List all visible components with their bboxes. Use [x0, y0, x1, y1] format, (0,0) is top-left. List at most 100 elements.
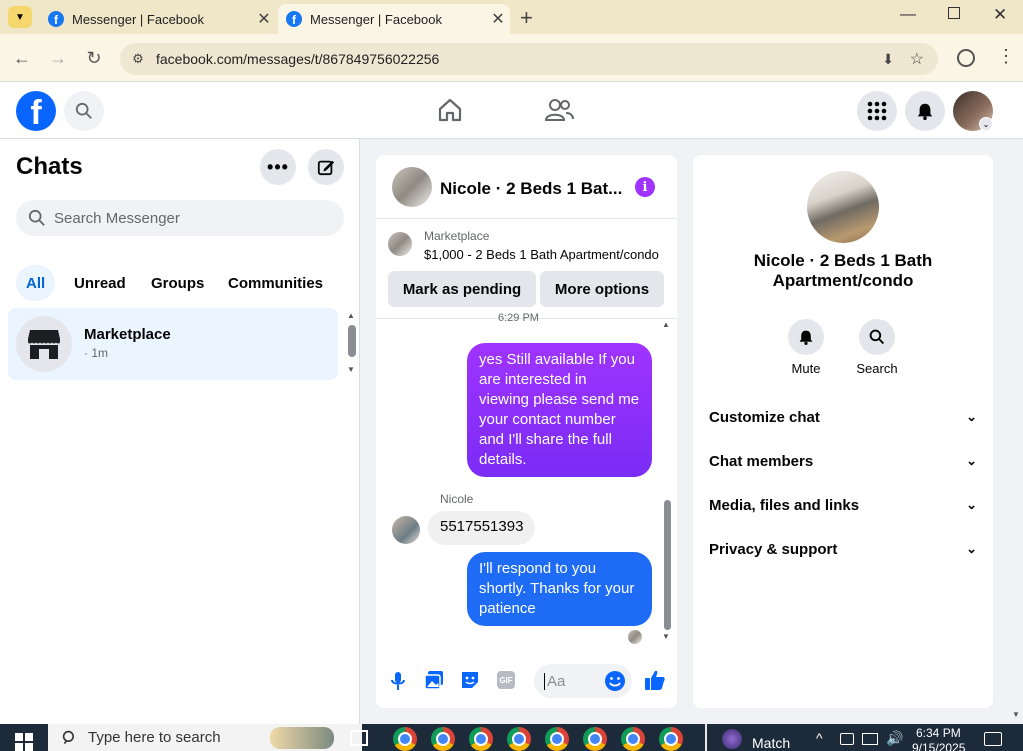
- close-tab-icon[interactable]: ✕: [252, 9, 276, 29]
- windows-start-icon[interactable]: [15, 733, 33, 751]
- volume-icon[interactable]: 🔊: [886, 730, 903, 747]
- filter-groups-tab[interactable]: Groups: [139, 265, 216, 301]
- message-timestamp: 6:29 PM: [498, 312, 539, 324]
- chrome-taskbar-icon[interactable]: [507, 727, 531, 751]
- mark-as-pending-button[interactable]: Mark as pending: [388, 271, 536, 307]
- chat-list-item[interactable]: Marketplace · 1m: [8, 308, 338, 380]
- chrome-taskbar-icon[interactable]: [393, 727, 417, 751]
- taskbar-search-box[interactable]: Type here to search: [48, 724, 362, 751]
- search-highlight-icon: [270, 727, 334, 749]
- clock-date[interactable]: 9/15/2025: [912, 741, 965, 751]
- section-label: Customize chat: [709, 408, 820, 426]
- chrome-taskbar-icon[interactable]: [621, 727, 645, 751]
- contact-avatar[interactable]: [392, 167, 432, 207]
- info-icon[interactable]: i: [635, 177, 655, 197]
- site-info-icon[interactable]: ⚙: [120, 51, 156, 67]
- close-tab-icon[interactable]: ✕: [486, 9, 510, 29]
- search-placeholder: Search Messenger: [54, 209, 180, 227]
- widget-label[interactable]: Match: [752, 735, 790, 751]
- browser-tab[interactable]: f Messenger | Facebook ✕: [40, 4, 276, 34]
- search-messenger-input[interactable]: Search Messenger: [16, 200, 344, 236]
- bookmark-star-icon[interactable]: ☆: [910, 49, 924, 69]
- restore-icon[interactable]: [948, 7, 960, 19]
- sidebar-scrollbar-thumb[interactable]: [348, 325, 356, 357]
- media-files-links-section[interactable]: Media, files and links ⌄: [709, 483, 977, 527]
- new-message-button[interactable]: [308, 149, 344, 185]
- message-input-placeholder: Aa: [544, 672, 565, 690]
- chrome-taskbar-icon[interactable]: [583, 727, 607, 751]
- home-nav-button[interactable]: [436, 96, 464, 129]
- gif-icon[interactable]: GIF: [497, 671, 515, 689]
- address-bar[interactable]: ⚙ facebook.com/messages/t/86784975602225…: [120, 43, 938, 75]
- listing-thumbnail[interactable]: [388, 232, 412, 256]
- filter-unread-tab[interactable]: Unread: [62, 265, 138, 301]
- chrome-taskbar-icon[interactable]: [545, 727, 569, 751]
- ethernet-icon[interactable]: [862, 733, 878, 745]
- menu-button[interactable]: [857, 91, 897, 131]
- scroll-down-arrow-icon[interactable]: ▼: [347, 365, 355, 374]
- microphone-icon[interactable]: [389, 671, 407, 691]
- facebook-favicon-icon: f: [48, 11, 64, 27]
- clock-time[interactable]: 6:34 PM: [916, 726, 961, 740]
- thumbs-up-icon[interactable]: [644, 669, 666, 691]
- search-icon: [869, 329, 885, 345]
- forward-arrow-icon[interactable]: →: [44, 44, 72, 72]
- chrome-taskbar-icon[interactable]: [431, 727, 455, 751]
- conversation-title[interactable]: Nicole · 2 Beds 1 Bat...: [440, 179, 630, 199]
- scroll-down-arrow-icon[interactable]: ▼: [662, 632, 670, 641]
- filter-communities-tab[interactable]: Communities: [216, 265, 335, 301]
- marketplace-listing-strip: Marketplace $1,000 - 2 Beds 1 Bath Apart…: [376, 219, 677, 319]
- facebook-logo-icon[interactable]: f: [16, 91, 56, 131]
- install-app-icon[interactable]: ⬇: [882, 51, 894, 68]
- sender-avatar[interactable]: [392, 516, 420, 544]
- listing-title[interactable]: $1,000 - 2 Beds 1 Bath Apartment/condo: [424, 247, 659, 262]
- facebook-search-button[interactable]: [64, 91, 104, 131]
- search-in-chat-button[interactable]: [859, 319, 895, 355]
- page-scroll-down-arrow-icon[interactable]: ▼: [1012, 710, 1020, 719]
- chat-members-section[interactable]: Chat members ⌄: [709, 439, 977, 483]
- scroll-up-arrow-icon[interactable]: ▲: [347, 311, 355, 320]
- sticker-icon[interactable]: [460, 670, 480, 690]
- friends-nav-button[interactable]: [544, 96, 574, 129]
- taskbar-search-placeholder: Type here to search: [88, 729, 221, 746]
- chrome-taskbar-icon[interactable]: [469, 727, 493, 751]
- storefront-icon: [28, 330, 60, 359]
- chrome-taskbar-icon[interactable]: [659, 727, 683, 751]
- taskbar-divider: [705, 724, 707, 751]
- browser-menu-icon[interactable]: ⋮: [997, 46, 1015, 67]
- mute-button[interactable]: [788, 319, 824, 355]
- photo-icon[interactable]: [424, 670, 444, 690]
- more-options-button[interactable]: More options: [540, 271, 664, 307]
- new-tab-icon[interactable]: +: [520, 5, 533, 31]
- task-view-icon[interactable]: [350, 730, 368, 746]
- filter-all-tab[interactable]: All: [16, 265, 56, 301]
- privacy-support-section[interactable]: Privacy & support ⌄: [709, 527, 977, 571]
- weather-widget-icon[interactable]: [722, 729, 742, 749]
- notification-center-icon[interactable]: [984, 732, 1002, 746]
- customize-chat-section[interactable]: Customize chat ⌄: [709, 395, 977, 439]
- sent-message-bubble[interactable]: yes Still available If you are intereste…: [467, 343, 652, 477]
- sent-message-bubble[interactable]: I'll respond to you shortly. Thanks for …: [467, 552, 652, 626]
- emoji-icon[interactable]: [604, 670, 626, 692]
- section-label: Chat members: [709, 452, 814, 470]
- network-icon[interactable]: [840, 733, 854, 745]
- received-message-bubble[interactable]: 5517551393: [428, 511, 536, 545]
- back-arrow-icon[interactable]: ←: [8, 44, 36, 72]
- message-composer: GIF Aa: [376, 657, 677, 708]
- facebook-favicon-icon: f: [286, 11, 302, 27]
- tray-chevron-up-icon[interactable]: ^: [816, 730, 823, 746]
- reload-icon[interactable]: ↻: [80, 44, 108, 72]
- close-window-icon[interactable]: ✕: [993, 5, 1007, 25]
- conversation-scrollbar-thumb[interactable]: [664, 500, 671, 630]
- scroll-up-arrow-icon[interactable]: ▲: [662, 320, 670, 329]
- section-label: Privacy & support: [709, 540, 838, 558]
- marketplace-avatar: [16, 316, 72, 372]
- listing-photo[interactable]: [807, 171, 879, 243]
- notifications-button[interactable]: [905, 91, 945, 131]
- tab-search-dropdown[interactable]: ▼: [8, 6, 32, 28]
- browser-tab-active[interactable]: f Messenger | Facebook ✕: [278, 4, 510, 34]
- minimize-icon[interactable]: —: [900, 6, 916, 24]
- chevron-down-icon[interactable]: ⌄: [979, 117, 993, 131]
- chat-options-button[interactable]: •••: [260, 149, 296, 185]
- profile-icon[interactable]: [957, 49, 975, 67]
